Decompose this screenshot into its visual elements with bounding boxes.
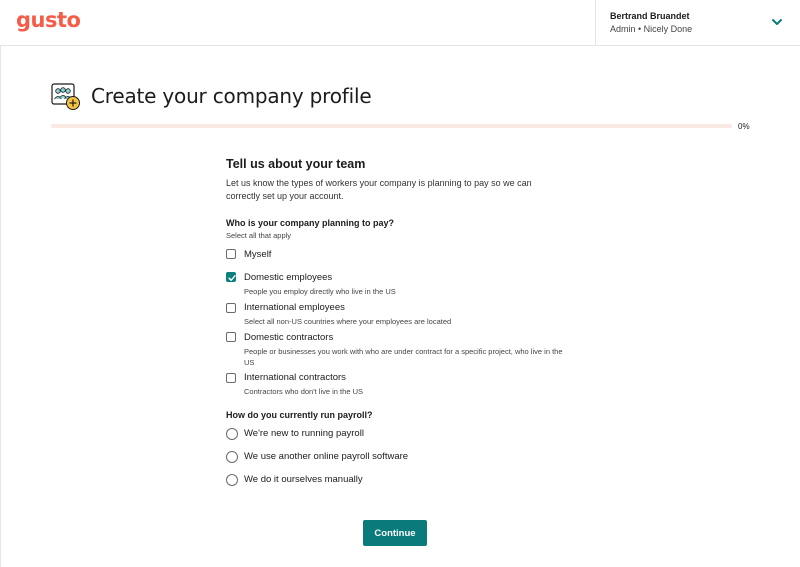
top-bar: gusto Bertrand Bruandet Admin • Nicely D…: [0, 0, 800, 46]
option-description-domestic-contractors: People or businesses you work with who a…: [244, 347, 563, 367]
account-menu[interactable]: Bertrand Bruandet Admin • Nicely Done: [595, 0, 800, 45]
workers-question-title: Who is your company planning to pay?: [226, 218, 395, 228]
page-title: Create your company profile: [91, 84, 372, 108]
option-label-domestic-contractors[interactable]: Domestic contractors: [244, 332, 333, 343]
checkmark-icon: [228, 275, 236, 281]
chevron-down-icon[interactable]: [771, 17, 783, 27]
option-label-myself[interactable]: Myself: [244, 249, 271, 260]
progress-bar: [51, 124, 732, 128]
checkbox-domestic-employees[interactable]: [226, 272, 236, 282]
option-label-international-contractors[interactable]: International contractors: [244, 372, 346, 383]
progress-percent: 0%: [738, 122, 750, 131]
checkbox-domestic-contractors[interactable]: [226, 332, 236, 342]
option-description-international-contractors: Contractors who don't live in the US: [244, 387, 363, 396]
option-description-domestic-employees: People you employ directly who live in t…: [244, 287, 396, 296]
checkbox-international-contractors[interactable]: [226, 373, 236, 383]
user-role: Admin • Nicely Done: [610, 24, 693, 34]
checkbox-myself[interactable]: [226, 249, 236, 259]
radio-new-to-payroll[interactable]: [226, 428, 238, 440]
user-name: Bertrand Bruandet: [610, 11, 690, 21]
workers-question-subtitle: Select all that apply: [226, 231, 292, 240]
continue-button[interactable]: Continue: [363, 520, 427, 546]
gusto-logo[interactable]: gusto: [16, 8, 81, 32]
radio-label-new-to-payroll[interactable]: We're new to running payroll: [244, 428, 364, 439]
payroll-question-title: How do you currently run payroll?: [226, 410, 373, 420]
checkbox-international-employees[interactable]: [226, 303, 236, 313]
radio-other-software[interactable]: [226, 451, 238, 463]
radio-manual[interactable]: [226, 474, 238, 486]
team-add-icon: [51, 83, 80, 110]
section-heading: Tell us about your team: [226, 157, 366, 171]
option-description-international-employees: Select all non-US countries where your e…: [244, 317, 452, 326]
option-label-international-employees[interactable]: International employees: [244, 302, 345, 313]
section-description: Let us know the types of workers your co…: [226, 178, 532, 201]
page-border: [0, 45, 1, 567]
option-label-domestic-employees[interactable]: Domestic employees: [244, 272, 332, 283]
radio-label-manual[interactable]: We do it ourselves manually: [244, 474, 363, 485]
radio-label-other-software[interactable]: We use another online payroll software: [244, 451, 408, 462]
